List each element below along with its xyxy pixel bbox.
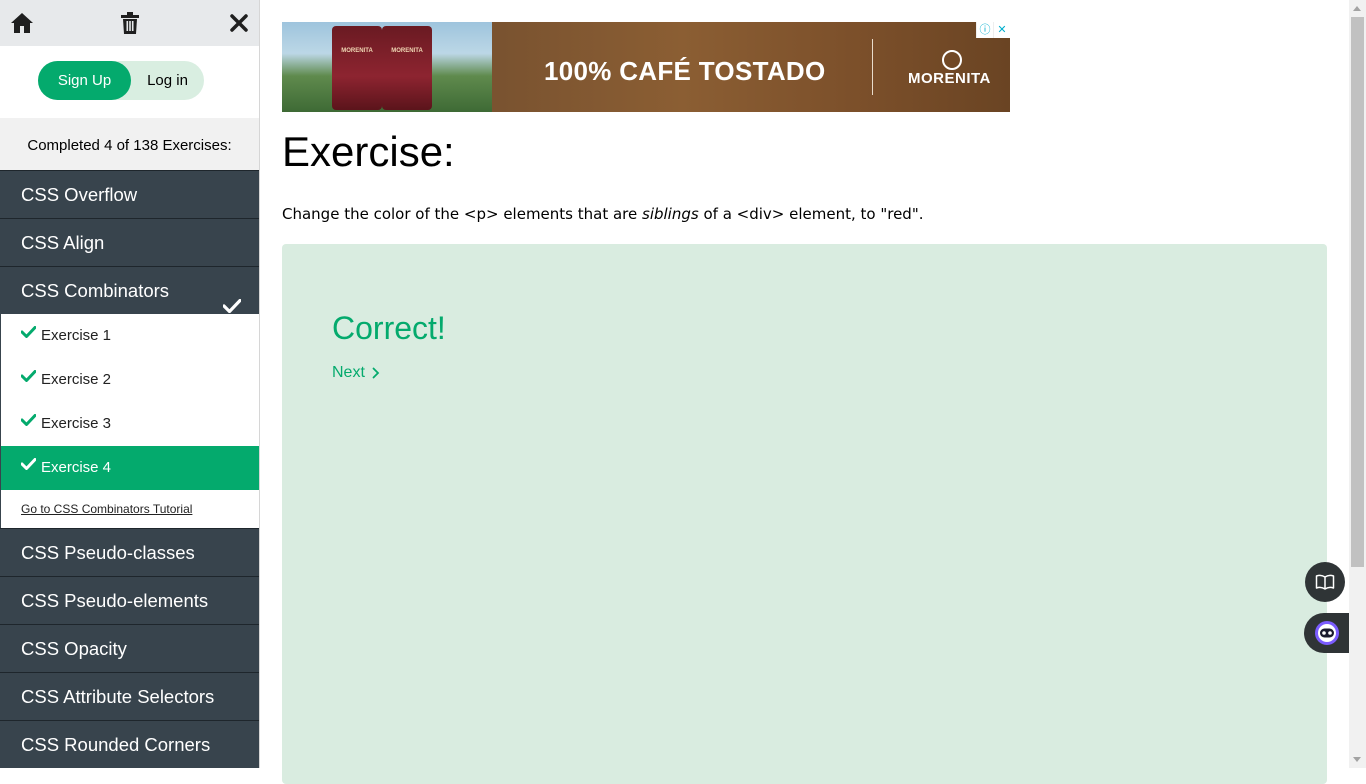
exercise-instruction: Change the color of the <p> elements tha… bbox=[282, 205, 924, 223]
sidebar: Sign Up Log in Completed 4 of 138 Exerci… bbox=[0, 0, 260, 768]
coffee-bag-image: MORENITA bbox=[332, 26, 382, 110]
next-label: Next bbox=[332, 364, 365, 381]
signup-button[interactable]: Sign Up bbox=[38, 61, 131, 100]
category-label: CSS Opacity bbox=[21, 638, 127, 659]
ad-info-icon[interactable]: ⓘ bbox=[976, 22, 993, 38]
exercise-item-2[interactable]: Exercise 2 bbox=[1, 358, 259, 402]
category-label: CSS Pseudo-elements bbox=[21, 590, 209, 611]
brand-logo-icon bbox=[942, 50, 962, 70]
result-panel: Correct! Next bbox=[282, 244, 1327, 784]
exercise-item-4[interactable]: Exercise 4 bbox=[1, 446, 259, 490]
home-icon[interactable] bbox=[10, 11, 34, 35]
category-css-combinators[interactable]: CSS Combinators bbox=[0, 266, 259, 314]
check-icon bbox=[20, 356, 37, 400]
page-title: Exercise: bbox=[282, 128, 455, 175]
book-icon[interactable] bbox=[1305, 562, 1345, 602]
sidebar-toolbar bbox=[0, 0, 259, 46]
tutorial-link[interactable]: Go to CSS Combinators Tutorial bbox=[1, 490, 259, 528]
category-label: CSS Combinators bbox=[21, 280, 170, 301]
category-css-attribute-selectors[interactable]: CSS Attribute Selectors bbox=[0, 672, 259, 720]
ad-brand: MORENITA bbox=[908, 70, 991, 87]
chatbot-icon[interactable] bbox=[1304, 613, 1349, 653]
scroll-down-icon[interactable] bbox=[1353, 757, 1361, 762]
category-css-pseudo-elements[interactable]: CSS Pseudo-elements bbox=[0, 576, 259, 624]
result-title: Correct! bbox=[332, 310, 446, 346]
login-button[interactable]: Log in bbox=[131, 61, 204, 100]
exercise-label: Exercise 3 bbox=[41, 415, 112, 432]
ad-divider bbox=[872, 39, 873, 95]
category-label: CSS Align bbox=[21, 232, 105, 253]
category-css-overflow[interactable]: CSS Overflow bbox=[0, 170, 259, 218]
next-link[interactable]: Next bbox=[332, 364, 380, 382]
category-css-align[interactable]: CSS Align bbox=[0, 218, 259, 266]
category-css-opacity[interactable]: CSS Opacity bbox=[0, 624, 259, 672]
check-icon bbox=[20, 400, 37, 444]
page-scrollbar[interactable] bbox=[1349, 0, 1366, 768]
check-icon bbox=[20, 312, 37, 356]
check-icon bbox=[20, 444, 37, 488]
chevron-right-icon bbox=[369, 364, 380, 381]
exercise-item-3[interactable]: Exercise 3 bbox=[1, 402, 259, 446]
progress-text: Completed 4 of 138 Exercises: bbox=[0, 118, 259, 170]
auth-section: Sign Up Log in bbox=[0, 46, 259, 118]
exercise-label: Exercise 2 bbox=[41, 371, 112, 388]
close-icon[interactable] bbox=[227, 11, 251, 35]
exercise-label: Exercise 4 bbox=[41, 459, 112, 476]
category-label: CSS Rounded Corners bbox=[21, 734, 211, 755]
coffee-bag-image: MORENITA bbox=[382, 26, 432, 110]
exercise-item-1[interactable]: Exercise 1 bbox=[1, 314, 259, 358]
scroll-up-icon[interactable] bbox=[1353, 6, 1361, 11]
ad-headline: 100% CAFÉ TOSTADO bbox=[544, 56, 826, 86]
ad-badges: ⓘ ✕ bbox=[976, 22, 1010, 38]
category-label: CSS Pseudo-classes bbox=[21, 542, 195, 563]
exercise-list: Exercise 1 Exercise 2 Exercise 3 Exercis… bbox=[0, 314, 259, 528]
category-label: CSS Overflow bbox=[21, 184, 138, 205]
exercise-label: Exercise 1 bbox=[41, 327, 112, 344]
ad-banner[interactable]: MORENITA MORENITA 100% CAFÉ TOSTADO MORE… bbox=[282, 22, 1010, 112]
ad-close-icon[interactable]: ✕ bbox=[993, 22, 1010, 38]
category-label: CSS Attribute Selectors bbox=[21, 686, 215, 707]
trash-icon[interactable] bbox=[118, 11, 142, 35]
scroll-thumb[interactable] bbox=[1351, 17, 1364, 567]
category-css-rounded-corners[interactable]: CSS Rounded Corners bbox=[0, 720, 259, 768]
category-css-pseudo-classes[interactable]: CSS Pseudo-classes bbox=[0, 528, 259, 576]
instruction-emphasis: siblings bbox=[642, 205, 699, 223]
